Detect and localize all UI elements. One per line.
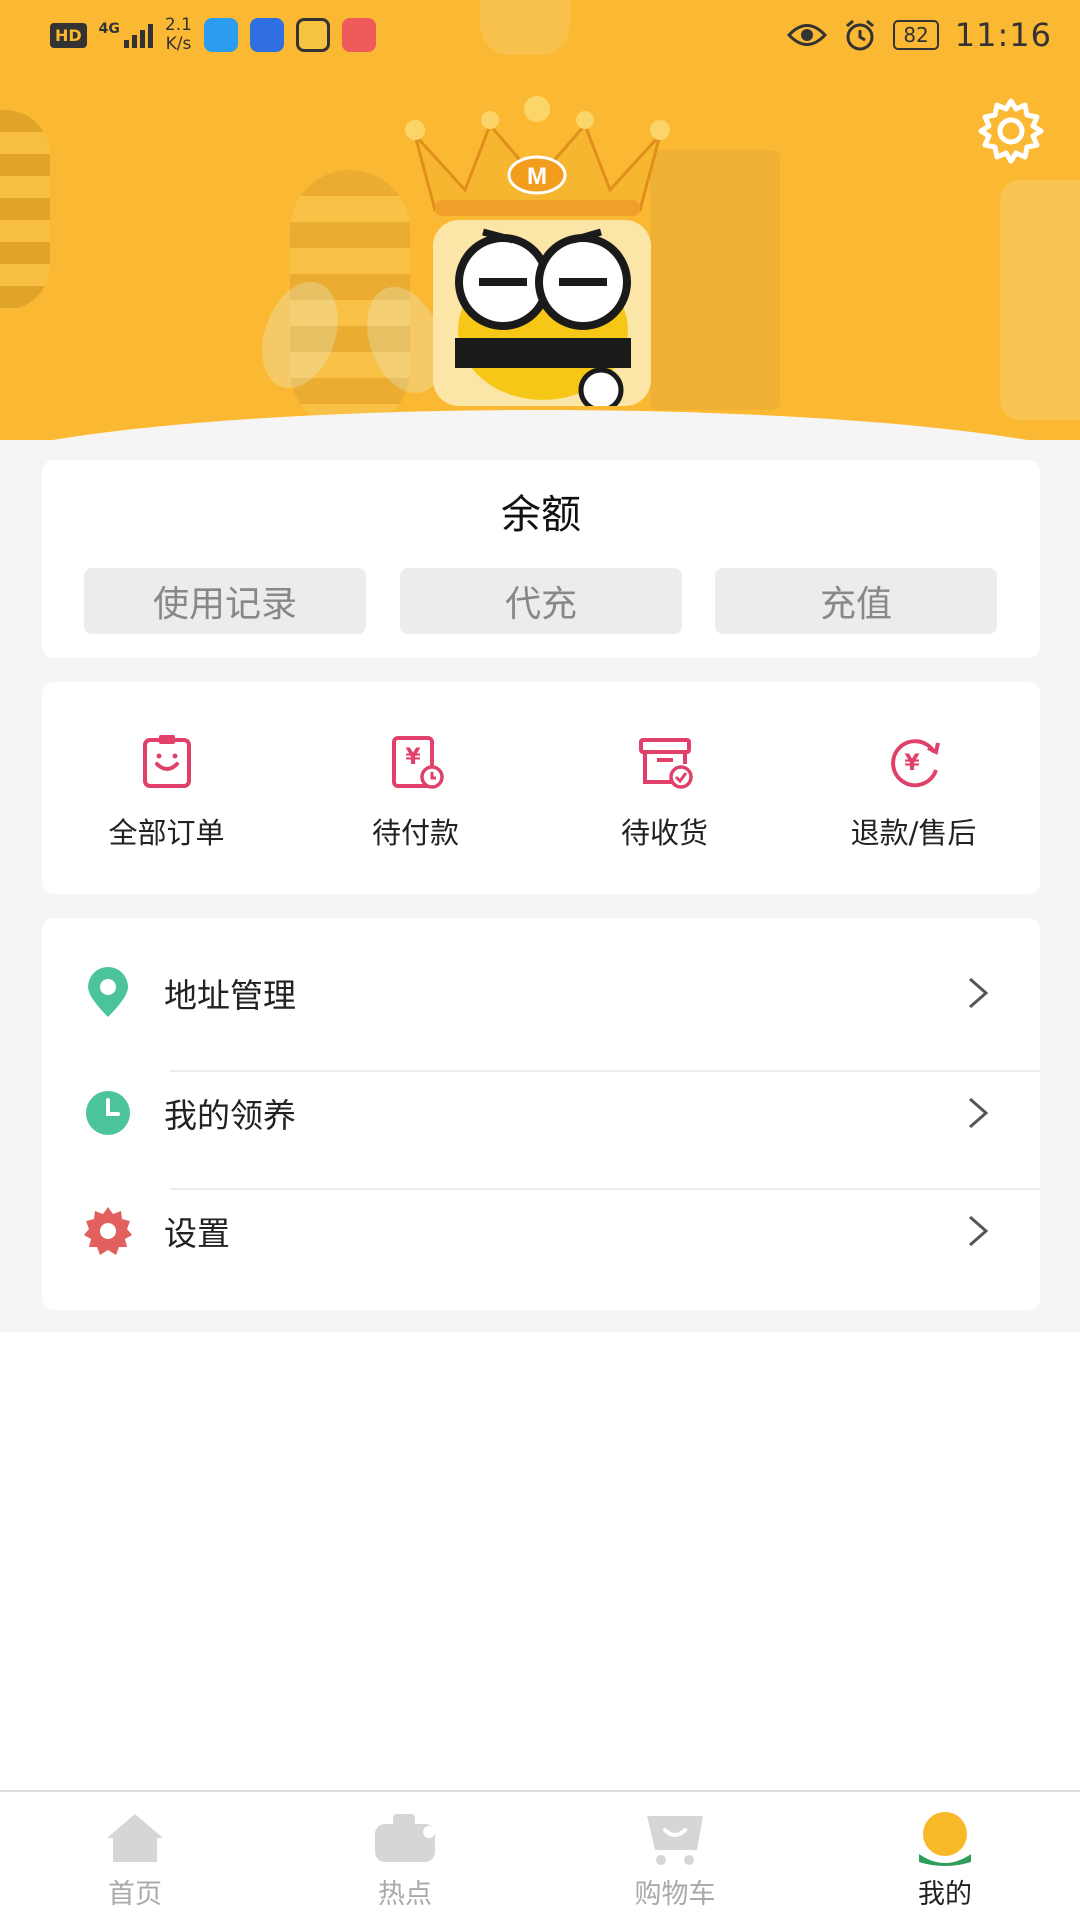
network-type: 4G bbox=[98, 21, 120, 37]
gear-icon bbox=[84, 1207, 132, 1255]
menu-item-settings[interactable]: 设置 bbox=[42, 1172, 1040, 1290]
clock: 11:16 bbox=[954, 16, 1052, 54]
bottom-tab-bar: 首页 热点 购物车 我的 bbox=[0, 1790, 1080, 1920]
speed-value: 2.1 bbox=[164, 15, 192, 35]
hd-indicator: HD bbox=[50, 22, 87, 48]
profile-icon bbox=[919, 1812, 971, 1866]
hot-icon bbox=[375, 1814, 435, 1862]
cart-icon bbox=[647, 1816, 703, 1865]
pending-payment-item[interactable]: ¥ 待付款 bbox=[291, 732, 540, 872]
book-app-icon bbox=[341, 18, 376, 52]
network-speed: 2.1 K/s bbox=[165, 16, 192, 54]
vip-crown-icon: M bbox=[405, 96, 670, 216]
tab-hot-label: 热点 bbox=[378, 1879, 432, 1910]
refund-after-sales-label: 退款/售后 bbox=[850, 816, 977, 850]
menu-item-address[interactable]: 地址管理 bbox=[42, 934, 1040, 1052]
clock-icon bbox=[86, 1091, 130, 1135]
balance-title: 余额 bbox=[501, 492, 581, 538]
refund-after-sales-item[interactable]: ¥ 退款/售后 bbox=[789, 732, 1038, 872]
pending-receipt-label: 待收货 bbox=[620, 816, 708, 850]
menu-item-adoption-label: 我的领养 bbox=[164, 1096, 296, 1135]
chevron-right-icon bbox=[969, 977, 989, 1009]
svg-text:¥: ¥ bbox=[405, 745, 421, 770]
tab-mine-label: 我的 bbox=[918, 1879, 972, 1910]
search-app-icon bbox=[203, 18, 238, 52]
header-curve bbox=[0, 410, 1080, 440]
pending-payment-label: 待付款 bbox=[371, 816, 459, 850]
top-up-button[interactable]: 充值 bbox=[715, 568, 997, 634]
alarm-icon bbox=[846, 19, 875, 51]
decor-honey-jar bbox=[0, 110, 50, 310]
profile-header: HD 4G 2.1 K/s 82 11:16 M bbox=[0, 0, 1080, 440]
menu-card: 地址管理 我的领养 设置 bbox=[42, 918, 1040, 1310]
refund-icon: ¥ bbox=[890, 739, 940, 788]
settings-gear-icon[interactable] bbox=[975, 95, 1047, 167]
empty-content-area bbox=[0, 1332, 1080, 1790]
menu-item-address-label: 地址管理 bbox=[164, 976, 296, 1015]
speed-unit: K/s bbox=[165, 34, 192, 54]
tab-home[interactable]: 首页 bbox=[0, 1792, 270, 1920]
status-bar: HD 4G 2.1 K/s 82 11:16 bbox=[0, 0, 1080, 70]
profile-screen: HD 4G 2.1 K/s 82 11:16 M 余额 使用记录 代充 充值 全… bbox=[0, 0, 1080, 1920]
decor-honey-cup bbox=[1000, 180, 1080, 420]
menu-item-adoption[interactable]: 我的领养 bbox=[42, 1054, 1040, 1172]
svg-text:¥: ¥ bbox=[904, 751, 920, 776]
eye-icon bbox=[787, 24, 828, 46]
signal-icon: 4G bbox=[99, 22, 153, 48]
star-app-icon bbox=[249, 18, 284, 52]
crown-letter: M bbox=[527, 163, 547, 190]
recharge-for-others-button[interactable]: 代充 bbox=[400, 568, 682, 634]
tab-cart[interactable]: 购物车 bbox=[540, 1792, 810, 1920]
tab-mine[interactable]: 我的 bbox=[810, 1792, 1080, 1920]
chevron-right-icon bbox=[969, 1215, 989, 1247]
hand-app-icon bbox=[295, 18, 330, 52]
home-icon bbox=[107, 1814, 163, 1862]
receive-box-icon bbox=[638, 738, 693, 789]
tab-cart-label: 购物车 bbox=[634, 1879, 716, 1910]
chevron-right-icon bbox=[969, 1097, 989, 1129]
clipboard-smile-icon bbox=[142, 735, 191, 788]
battery-indicator: 82 bbox=[893, 20, 939, 50]
all-orders-label: 全部订单 bbox=[108, 816, 225, 850]
all-orders-item[interactable]: 全部订单 bbox=[42, 732, 291, 872]
tab-home-label: 首页 bbox=[108, 1879, 162, 1910]
bee-avatar-icon bbox=[455, 228, 631, 406]
balance-card: 余额 使用记录 代充 充值 bbox=[42, 460, 1040, 658]
pending-receipt-item[interactable]: 待收货 bbox=[540, 732, 789, 872]
tab-hot[interactable]: 热点 bbox=[270, 1792, 540, 1920]
menu-item-settings-label: 设置 bbox=[164, 1214, 230, 1253]
user-avatar[interactable] bbox=[433, 220, 651, 406]
payment-pending-icon: ¥ bbox=[391, 736, 444, 789]
location-pin-icon bbox=[88, 967, 128, 1017]
orders-card: 全部订单 ¥ 待付款 待收货 ¥ 退款/售后 bbox=[42, 682, 1040, 894]
usage-records-button[interactable]: 使用记录 bbox=[84, 568, 366, 634]
